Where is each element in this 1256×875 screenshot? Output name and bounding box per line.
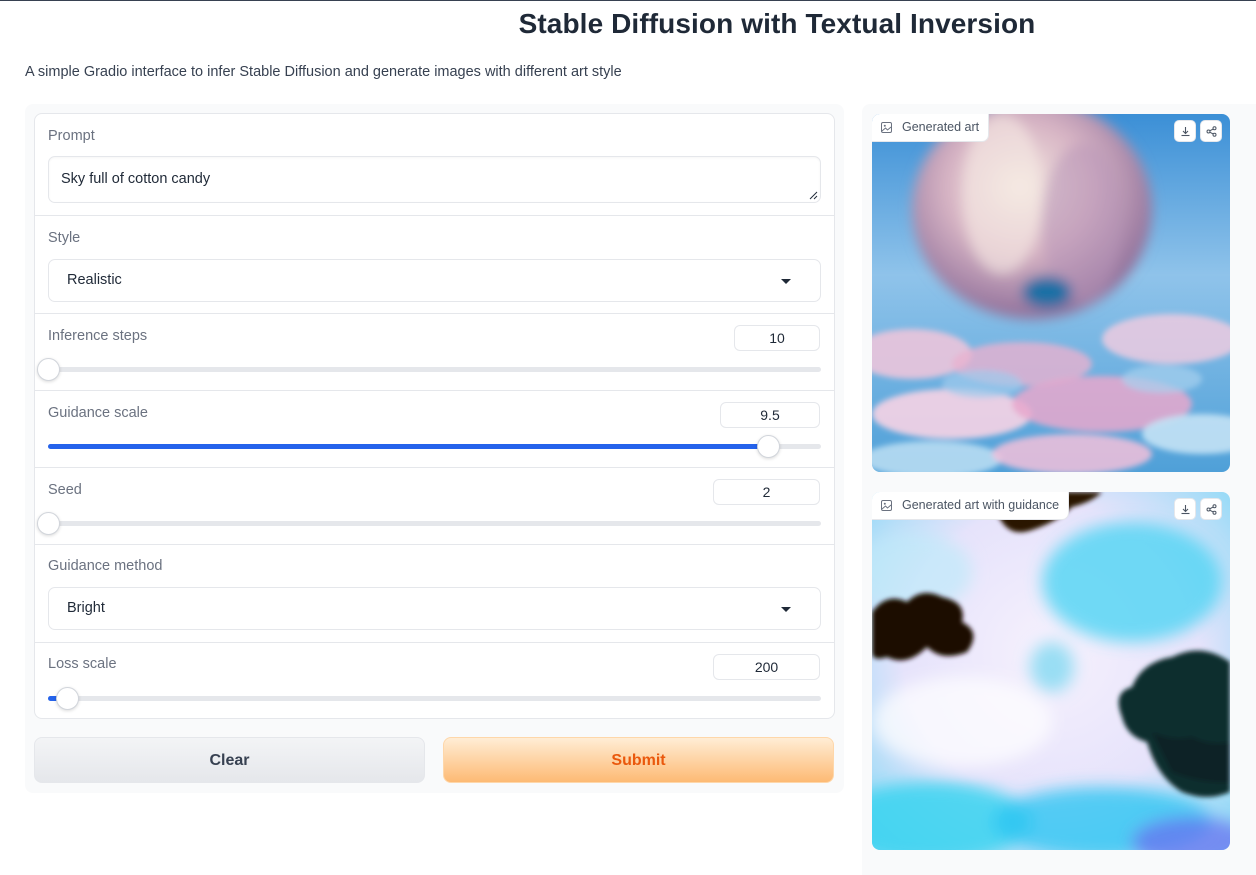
- guidance-method-selected: Bright: [67, 600, 105, 616]
- loss-scale-label: Loss scale: [48, 656, 117, 672]
- inference-steps-block: Inference steps 10: [35, 314, 834, 391]
- generated-art-guidance-label-text: Generated art with guidance: [902, 498, 1060, 512]
- generated-art-picture: [872, 114, 1230, 472]
- guidance-scale-block: Guidance scale 9.5: [35, 391, 834, 468]
- submit-button[interactable]: Submit: [443, 737, 834, 783]
- form-card: Prompt Sky full of cotton candy Style Re…: [34, 113, 835, 719]
- prompt-value: Sky full of cotton candy: [61, 171, 211, 187]
- download-icon: [1181, 127, 1190, 137]
- image-icon: [881, 122, 892, 133]
- guidance-scale-fill: [48, 444, 768, 449]
- guidance-scale-label: Guidance scale: [48, 405, 148, 421]
- output-panel: Generated art Generated art with guidanc…: [862, 104, 1256, 875]
- share-button[interactable]: [1200, 120, 1222, 142]
- download-icon: [1181, 505, 1190, 515]
- loss-scale-block: Loss scale 200: [35, 643, 834, 718]
- generated-art-guidance-picture: [872, 492, 1230, 850]
- top-divider: [0, 0, 1256, 1]
- clear-button[interactable]: Clear: [34, 737, 425, 783]
- guidance-method-label: Guidance method: [48, 558, 163, 574]
- loss-scale-input[interactable]: 200: [713, 654, 820, 680]
- seed-input[interactable]: 2: [713, 479, 820, 505]
- seed-slider[interactable]: [37, 512, 821, 535]
- inference-steps-slider[interactable]: [37, 358, 821, 381]
- style-selected: Realistic: [67, 272, 122, 288]
- style-block: Style Realistic: [35, 216, 834, 314]
- generated-art-guidance-image: Generated art with guidance: [872, 492, 1230, 850]
- page-title: Stable Diffusion with Textual Inversion: [518, 8, 1036, 39]
- inference-steps-thumb[interactable]: [37, 358, 60, 381]
- download-button[interactable]: [1174, 120, 1196, 142]
- prompt-input[interactable]: Sky full of cotton candy: [48, 156, 821, 203]
- style-dropdown[interactable]: Realistic: [48, 259, 821, 302]
- image-icon: [881, 500, 892, 511]
- share-button[interactable]: [1200, 498, 1222, 520]
- prompt-label: Prompt: [48, 128, 95, 144]
- seed-block: Seed 2: [35, 468, 834, 545]
- prompt-block: Prompt Sky full of cotton candy: [35, 114, 834, 216]
- share-icon: [1206, 504, 1217, 515]
- inference-steps-label: Inference steps: [48, 328, 148, 344]
- input-panel: Prompt Sky full of cotton candy Style Re…: [25, 104, 844, 793]
- style-label: Style: [48, 230, 81, 246]
- seed-label: Seed: [48, 482, 82, 498]
- share-icon: [1206, 126, 1217, 137]
- guidance-method-dropdown[interactable]: Bright: [48, 587, 821, 630]
- page-description: A simple Gradio interface to infer Stabl…: [25, 64, 622, 80]
- guidance-scale-input[interactable]: 9.5: [720, 402, 820, 428]
- inference-steps-input[interactable]: 10: [734, 325, 820, 351]
- seed-thumb[interactable]: [37, 512, 60, 535]
- guidance-scale-thumb[interactable]: [756, 435, 780, 458]
- generated-art-label: Generated art: [872, 114, 990, 142]
- guidance-method-block: Guidance method Bright: [35, 545, 834, 643]
- generated-art-image: Generated art: [872, 114, 1230, 472]
- generated-art-label-text: Generated art: [902, 120, 980, 134]
- chevron-down-icon: [781, 607, 791, 612]
- download-button[interactable]: [1174, 498, 1196, 520]
- loss-scale-thumb[interactable]: [55, 687, 79, 710]
- generated-art-guidance-label: Generated art with guidance: [872, 492, 1070, 520]
- chevron-down-icon: [781, 279, 791, 284]
- resize-grip-icon[interactable]: [808, 190, 818, 200]
- loss-scale-slider[interactable]: [48, 687, 821, 710]
- guidance-scale-slider[interactable]: [48, 435, 821, 458]
